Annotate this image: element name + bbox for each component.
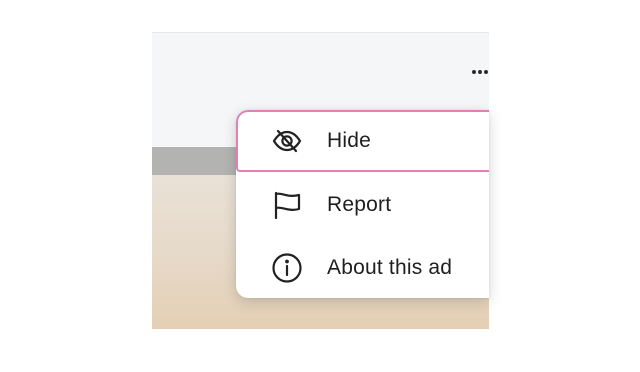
eye-slash-icon (270, 124, 304, 158)
menu-item-about-this-ad[interactable]: About this ad (236, 237, 489, 298)
menu-item-label: About this ad (327, 256, 453, 279)
menu-item-hide[interactable]: Hide (236, 110, 489, 172)
flag-icon (270, 188, 304, 222)
menu-item-report[interactable]: Report (236, 174, 489, 236)
menu-item-label: Report (327, 193, 392, 216)
more-options-button[interactable] (462, 60, 498, 84)
ad-options-menu: Hide Report About this ad (236, 110, 489, 298)
more-horizontal-icon (472, 70, 488, 74)
screen: Hide Report About this ad (0, 0, 640, 372)
menu-item-label: Hide (327, 129, 371, 152)
info-circle-icon (270, 251, 304, 285)
